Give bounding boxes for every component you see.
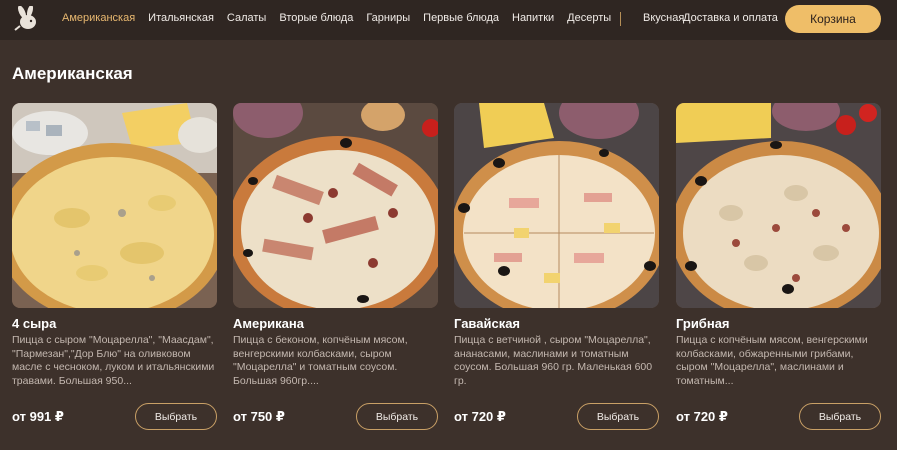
product-price: от 720 ₽ [454, 409, 506, 424]
nav-item-desserts[interactable]: Десерты [567, 12, 611, 24]
product-image[interactable] [12, 103, 217, 308]
select-button[interactable]: Выбрать [799, 403, 881, 430]
nav-item-sides[interactable]: Гарниры [366, 12, 410, 24]
product-image[interactable] [233, 103, 438, 308]
nav-item-main-courses[interactable]: Вторые блюда [279, 12, 353, 24]
product-name: 4 сыра [12, 316, 57, 331]
product-description: Пицца с копчёным мясом, венгерскими колб… [676, 334, 868, 387]
product-card: Гавайская Пицца с ветчиной , сыром "Моца… [454, 103, 659, 433]
product-price: от 720 ₽ [676, 409, 728, 424]
product-card: Грибная Пицца с копчёным мясом, венгерск… [676, 103, 881, 433]
select-button[interactable]: Выбрать [135, 403, 217, 430]
product-name: Грибная [676, 316, 730, 331]
product-price: от 991 ₽ [12, 409, 64, 424]
section-title: Американская [12, 64, 133, 83]
nav-item-soups[interactable]: Первые блюда [423, 12, 499, 24]
header-divider [620, 12, 621, 26]
nav-item-salads[interactable]: Салаты [227, 12, 266, 24]
select-button[interactable]: Выбрать [577, 403, 659, 430]
category-nav: Американская Итальянская Салаты Вторые б… [62, 12, 624, 24]
product-name: Американа [233, 316, 304, 331]
cart-button[interactable]: Корзина [785, 5, 881, 33]
product-image[interactable] [454, 103, 659, 308]
product-card: Американа Пицца с беконом, копчёным мясо… [233, 103, 438, 433]
nav-item-italian[interactable]: Итальянская [148, 12, 214, 24]
top-header: Американская Итальянская Салаты Вторые б… [0, 0, 897, 40]
link-brand[interactable]: Вкусная [643, 12, 684, 24]
select-button[interactable]: Выбрать [356, 403, 438, 430]
link-delivery-payment[interactable]: Доставка и оплата [683, 12, 778, 24]
product-name: Гавайская [454, 316, 521, 331]
product-description: Пицца с беконом, копчёным мясом, венгерс… [233, 334, 408, 387]
product-image[interactable] [676, 103, 881, 308]
product-price: от 750 ₽ [233, 409, 285, 424]
product-description: Пицца с сыром "Моцарелла", "Маасдам", "П… [12, 334, 215, 387]
product-description: Пицца с ветчиной , сыром "Моцарелла", ан… [454, 334, 653, 387]
rabbit-logo-icon[interactable] [12, 6, 42, 32]
product-card: 4 сыра Пицца с сыром "Моцарелла", "Маасд… [12, 103, 217, 433]
nav-item-american[interactable]: Американская [62, 12, 135, 24]
nav-item-drinks[interactable]: Напитки [512, 12, 554, 24]
